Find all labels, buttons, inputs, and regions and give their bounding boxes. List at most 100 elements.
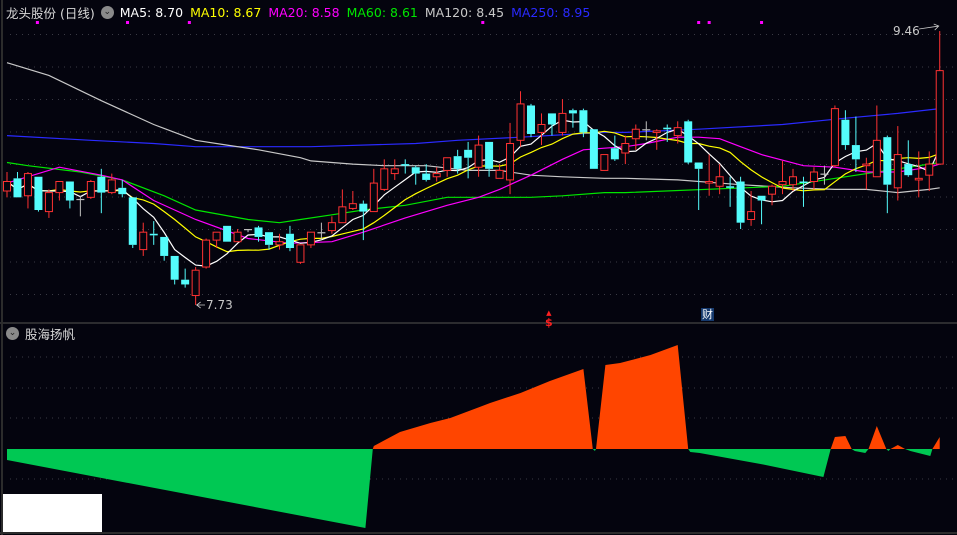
candle-body-down [265,232,273,245]
candle-body-up [443,157,452,171]
candle-body-down [76,198,85,201]
candle-body-down [149,233,158,236]
candle-body-down [160,236,169,256]
candle-body-down [411,167,420,174]
candle-body-up [715,176,724,187]
candle [589,129,598,169]
high-arrow-icon [918,23,940,31]
candle [432,167,441,182]
candle-body-down [13,178,22,198]
ma-value: 8.67 [229,4,262,20]
candle-body-up [3,181,11,192]
event-finance-marker[interactable]: 财 [701,308,714,321]
event-marker [481,21,485,24]
candle-body-down [694,162,703,169]
candle-body-up [893,154,902,189]
candle-body-up [809,171,818,183]
candle-body-up [778,181,787,186]
candle [747,191,756,226]
candle-body-down [485,141,494,169]
candle [851,116,860,172]
candle [537,113,546,146]
candle-body-up [600,154,609,171]
candle [380,159,389,192]
candle-body-up [631,128,640,140]
candle-body-up [233,231,242,243]
ma-label: MA10: [190,4,230,20]
event-marker [760,21,764,24]
candle [128,197,137,249]
candle-body-up [789,176,797,186]
candle-body-up [202,239,211,268]
candle-body-down [422,173,431,180]
event-dollar-marker[interactable]: ▲ $ [545,308,553,328]
candle-body-down [883,137,892,185]
candle-body-up [55,181,64,194]
event-marker [187,21,191,24]
candle-body-up [705,181,714,184]
candle [904,140,913,177]
candle [726,176,735,207]
candle-body-up [747,211,756,221]
candle-body-up [296,244,305,263]
candle-body-down [757,195,766,201]
ma-label: MA60: [346,4,387,20]
candle-body-down [170,255,179,280]
candle [55,181,64,201]
candle-body-up [44,192,53,213]
event-marker [707,21,711,24]
candle [233,229,242,243]
candle-body-up [107,179,116,194]
candle [694,162,703,211]
candle-body-down [97,176,106,193]
high-low-annotations [195,23,940,309]
candle [223,225,232,242]
ma-line-ma60 [6,161,940,224]
candle [118,179,127,198]
candle [809,167,818,190]
chevron-down-icon[interactable]: ⌄ [6,327,19,340]
candle-body-down [851,145,860,160]
candle-body-up [348,203,357,209]
candle [893,126,902,201]
ma-legend: MA5: 8.70 MA10: 8.67 MA20: 8.58 MA60: 8.61 M… [120,5,598,20]
candle-body-down [254,227,263,237]
candle-body-down [663,127,672,130]
candle [369,168,378,213]
candle [265,232,273,250]
candle-body-down [820,173,829,175]
chevron-down-icon[interactable]: ⌄ [100,5,114,19]
candle [464,141,473,179]
candle [3,171,11,198]
candle-body-down [547,113,556,125]
candlestick-chart[interactable] [0,0,957,535]
ma-legend-ma10: MA10: 8.67 [190,5,261,20]
ma-value: 8.45 [472,4,505,20]
candle [830,105,839,168]
candle [275,233,284,250]
candle-body-down [579,110,588,133]
event-marker [697,21,701,24]
candle-body-down [736,181,745,223]
candle-body-up [621,142,630,154]
candle-body-up [191,269,200,297]
candle-body-up [432,173,441,178]
candle [757,195,766,225]
event-markers [35,21,764,24]
candle [34,176,43,212]
candle-body-down [453,156,462,169]
ma-legend-ma250: MA250: 8.95 [511,5,590,20]
candle [296,244,305,264]
candle [244,229,253,233]
candle-body-up [558,112,567,133]
candle-body-down [34,176,43,211]
candle [44,189,53,218]
indicator-area [7,345,940,528]
candle [935,31,944,165]
candle-body-up [474,144,483,168]
candle-body-down [568,110,577,114]
candle-body-up [537,123,546,133]
ma-label: MA250: [511,4,559,20]
candle-body-down [841,119,850,146]
candle-body-up [275,241,284,246]
